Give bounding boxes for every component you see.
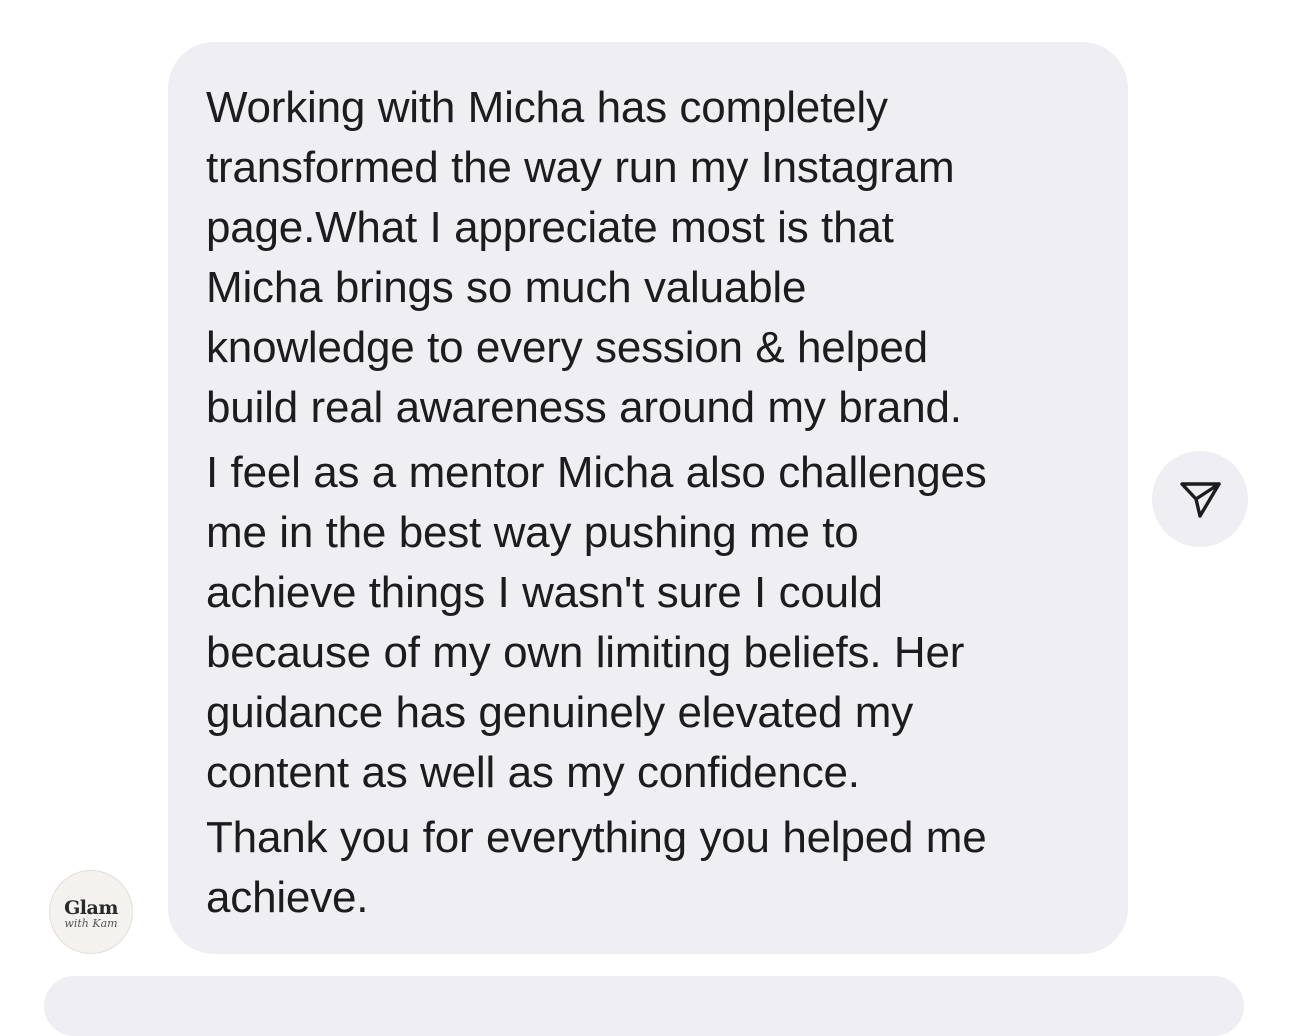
message-line: page.What I appreciate most is that	[206, 203, 894, 252]
message-line: Thank you for everything you helped me	[206, 813, 987, 862]
message-line: guidance has genuinely elevated my	[206, 688, 914, 737]
message-line: knowledge to every session & helped	[206, 323, 928, 372]
message-line: build real awareness around my brand.	[206, 383, 962, 432]
message-line: Working with Micha has completely	[206, 83, 888, 132]
message-line: I feel as a mentor Micha also challenges	[206, 448, 987, 497]
message-line: content as well as my confidence.	[206, 748, 860, 797]
avatar-logo-main: Glam	[64, 896, 118, 919]
message-paragraph: Thank you for everything you helped me a…	[206, 808, 1088, 928]
message-line: because of my own limiting beliefs. Her	[206, 628, 965, 677]
message-bubble[interactable]: Working with Micha has completely transf…	[168, 42, 1128, 954]
message-line: transformed the way run my Instagram	[206, 143, 955, 192]
next-message-bubble[interactable]	[44, 976, 1244, 1036]
avatar[interactable]: Glam with Kam	[49, 870, 133, 954]
share-button[interactable]	[1152, 451, 1248, 547]
message-line: me in the best way pushing me to	[206, 508, 859, 557]
send-icon	[1180, 482, 1221, 518]
message-line: achieve things I wasn't sure I could	[206, 568, 883, 617]
message-line: Micha brings so much valuable	[206, 263, 807, 312]
message-paragraph: Working with Micha has completely transf…	[206, 78, 1088, 438]
message-paragraph: I feel as a mentor Micha also challenges…	[206, 443, 1088, 803]
avatar-logo-sub: with Kam	[64, 916, 118, 930]
message-line: achieve.	[206, 873, 369, 922]
